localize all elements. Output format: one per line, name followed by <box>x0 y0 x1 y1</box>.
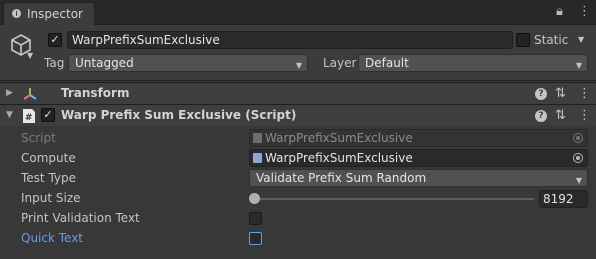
chevron-down-icon: ▼ <box>295 61 302 70</box>
test-type-dropdown[interactable]: Validate Prefix Sum Random ▼ <box>249 169 588 187</box>
compute-label: Compute <box>21 151 76 165</box>
print-validation-label: Print Validation Text <box>21 211 140 225</box>
tab-inspector[interactable]: Inspector <box>3 2 95 25</box>
transform-component-header[interactable]: ▶ Transform ? ⇅ ⋮ <box>0 82 596 104</box>
script-value: WarpPrefixSumExclusive <box>265 131 413 145</box>
component-menu-icon[interactable]: ⋮ <box>578 86 591 101</box>
tag-dropdown[interactable]: Untagged ▼ <box>68 54 308 72</box>
static-dropdown-arrow-icon[interactable]: ▼ <box>578 35 584 44</box>
more-options-icon[interactable]: ⋮ <box>578 4 591 19</box>
lock-icon[interactable]: 🔒︎ <box>556 4 563 19</box>
quick-text-label: Quick Text <box>21 231 84 245</box>
foldout-expanded-icon[interactable]: ▼ <box>6 110 13 120</box>
chevron-down-icon: ▼ <box>575 176 582 185</box>
gameobject-header: ▼ ✓ WarpPrefixSumExclusive Static ▼ Tag … <box>0 25 596 81</box>
script-enabled-checkbox[interactable]: ✓ <box>41 108 55 122</box>
script-component-header[interactable]: ▼ # ✓ Warp Prefix Sum Exclusive (Script)… <box>0 104 596 126</box>
tag-label: Tag <box>44 56 65 70</box>
compute-object-field[interactable]: WarpPrefixSumExclusive <box>249 149 588 167</box>
script-title: Warp Prefix Sum Exclusive (Script) <box>61 108 297 122</box>
layer-dropdown[interactable]: Default ▼ <box>358 54 588 72</box>
gameobject-name-input[interactable]: WarpPrefixSumExclusive <box>67 31 513 49</box>
preset-settings-icon[interactable]: ⇅ <box>555 108 566 123</box>
info-icon <box>12 9 21 18</box>
foldout-collapsed-icon[interactable]: ▶ <box>6 88 13 98</box>
compute-value: WarpPrefixSumExclusive <box>265 151 413 165</box>
test-type-value: Validate Prefix Sum Random <box>256 171 427 185</box>
layer-label: Layer <box>323 56 357 70</box>
layer-value: Default <box>365 56 409 70</box>
script-icon: # <box>23 109 35 123</box>
script-properties: Script WarpPrefixSumExclusive Compute Wa… <box>0 126 596 259</box>
preset-settings-icon[interactable]: ⇅ <box>555 86 566 101</box>
compute-shader-icon <box>253 153 262 163</box>
active-checkbox[interactable]: ✓ <box>48 33 62 47</box>
script-label: Script <box>21 131 56 145</box>
tab-bar: Inspector 🔒︎ ⋮ <box>0 0 596 25</box>
test-type-label: Test Type <box>21 171 77 185</box>
help-icon[interactable]: ? <box>535 110 547 122</box>
object-picker-icon[interactable] <box>573 153 583 163</box>
transform-title: Transform <box>61 86 130 100</box>
input-size-slider-handle[interactable] <box>249 193 260 204</box>
object-picker-icon <box>573 133 583 143</box>
input-size-slider-track[interactable] <box>254 198 534 200</box>
script-file-icon <box>253 133 262 143</box>
static-label: Static <box>534 33 569 47</box>
tag-value: Untagged <box>75 56 134 70</box>
script-object-field: WarpPrefixSumExclusive <box>249 129 588 147</box>
input-size-label: Input Size <box>21 191 81 205</box>
svg-text:#: # <box>25 113 33 123</box>
print-validation-checkbox[interactable] <box>249 212 262 225</box>
tab-label: Inspector <box>27 7 83 21</box>
component-menu-icon[interactable]: ⋮ <box>578 108 591 123</box>
chevron-down-icon: ▼ <box>575 61 582 70</box>
transform-axes-icon <box>23 88 37 100</box>
icon-dropdown-arrow-icon[interactable]: ▼ <box>27 51 33 60</box>
help-icon[interactable]: ? <box>535 88 547 100</box>
quick-text-checkbox[interactable] <box>249 232 262 245</box>
input-size-number-field[interactable]: 8192 <box>539 190 588 208</box>
static-checkbox[interactable] <box>516 33 530 47</box>
